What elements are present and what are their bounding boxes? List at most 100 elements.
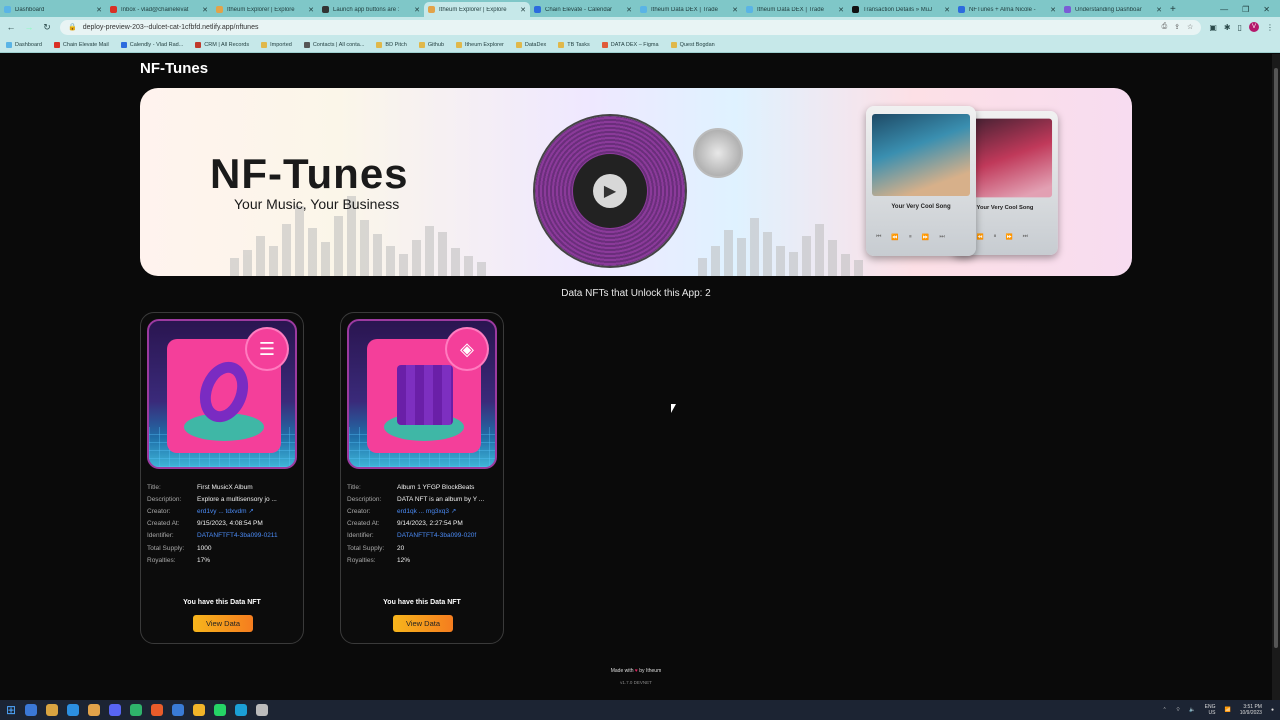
browser-tab[interactable]: Inbox - vlad@chainelevat ✕: [106, 2, 212, 17]
taskbar-app-icon[interactable]: [214, 704, 227, 716]
new-tab-button[interactable]: +: [1170, 2, 1176, 17]
page-content: NF-Tunes NF-Tunes Your Music, Your Busin…: [0, 54, 1272, 700]
tab-close-icon[interactable]: ✕: [1156, 6, 1162, 14]
cast-icon[interactable]: ⎙: [1162, 23, 1168, 31]
browser-tab[interactable]: Understanding Dashboar ✕: [1060, 2, 1166, 17]
extension-icon[interactable]: ▣: [1209, 23, 1217, 32]
bookmark-label: Imported: [270, 41, 292, 48]
profile-avatar[interactable]: V: [1249, 22, 1259, 32]
browser-tab[interactable]: Itheum Explorer | Explore ✕: [424, 2, 530, 17]
browser-tab[interactable]: Itheum Data DEX | Trade ✕: [636, 2, 742, 17]
bookmark-item[interactable]: CRM | All Records: [195, 41, 249, 48]
tab-close-icon[interactable]: ✕: [414, 6, 420, 14]
creator-address[interactable]: erd1vy ... tdxvdm: [197, 508, 247, 515]
taskbar-app-icon[interactable]: [172, 704, 185, 716]
taskbar-app-icon[interactable]: [235, 704, 248, 716]
back-icon[interactable]: ←: [6, 22, 16, 32]
wifi-icon[interactable]: 📶: [1224, 707, 1230, 713]
external-link-icon[interactable]: ↗: [451, 508, 456, 515]
notification-icon[interactable]: ●: [1271, 707, 1274, 713]
browser-tab[interactable]: Dashboard ✕: [0, 2, 106, 17]
footer-by-link[interactable]: by Itheum: [639, 668, 661, 674]
created-at: 9/14/2023, 2:27:54 PM: [397, 520, 463, 528]
browser-tab[interactable]: NFTunes + Alma Nicole - ✕: [954, 2, 1060, 17]
bookmark-item[interactable]: Github: [418, 41, 444, 48]
taskbar-app-icon[interactable]: [25, 704, 38, 716]
network-icon[interactable]: ⌔: [1176, 707, 1181, 713]
tab-title: Chain Elevate - Calendar: [545, 6, 613, 13]
minimize-icon[interactable]: —: [1220, 2, 1228, 17]
player-song-title: Your Very Cool Song: [891, 204, 951, 210]
field-label: Total Supply:: [147, 544, 185, 552]
bookmark-item[interactable]: Quest Bogdan: [670, 41, 715, 48]
menu-kebab-icon[interactable]: ⋮: [1266, 23, 1274, 32]
identifier-link[interactable]: DATANFTFT4-3ba099-0211: [197, 532, 299, 539]
windows-start-icon[interactable]: ⊞: [6, 703, 16, 717]
tab-close-icon[interactable]: ✕: [96, 6, 102, 14]
tab-title: Itheum Explorer | Explore: [439, 6, 507, 13]
share-icon[interactable]: ⇪: [1174, 23, 1180, 31]
page-scrollbar[interactable]: [1272, 54, 1280, 700]
bookmark-item[interactable]: Itheum Explorer: [456, 41, 504, 48]
database-icon: ☰: [247, 329, 287, 369]
bookmark-folder-icon: [6, 41, 12, 48]
close-window-icon[interactable]: ✕: [1263, 2, 1270, 17]
browser-tab[interactable]: Launch app buttons are : ✕: [318, 2, 424, 17]
tab-close-icon[interactable]: ✕: [838, 6, 844, 14]
taskbar-app-icon[interactable]: [193, 704, 206, 716]
tab-close-icon[interactable]: ✕: [308, 6, 314, 14]
taskbar-app-icon[interactable]: [109, 704, 122, 716]
bookmark-item[interactable]: Calendly - Vlad Rad...: [120, 41, 184, 48]
tray-chevron-icon[interactable]: ⌃: [1163, 707, 1167, 713]
nft-image: ◈: [347, 319, 497, 469]
sidepanel-icon[interactable]: ▯: [1238, 23, 1242, 32]
puzzle-icon[interactable]: ✱: [1224, 23, 1231, 32]
creator-link[interactable]: erd1qk ... mg3xq3 ↗: [397, 507, 499, 515]
tab-close-icon[interactable]: ✕: [626, 6, 632, 14]
address-bar[interactable]: 🔒 deploy-preview-203--dulcet-cat-1cfbfd.…: [60, 19, 1202, 35]
tab-close-icon[interactable]: ✕: [202, 6, 208, 14]
taskbar-app-icon[interactable]: [256, 704, 269, 716]
bookmark-item[interactable]: BD Pitch: [376, 41, 407, 48]
browser-tab[interactable]: Itheum Explorer | Explore ✕: [212, 2, 318, 17]
field-label: Description:: [347, 495, 382, 503]
creator-link[interactable]: erd1vy ... tdxvdm ↗: [197, 507, 299, 515]
taskbar-app-icon[interactable]: [130, 704, 143, 716]
bookmark-item[interactable]: Imported: [261, 41, 292, 48]
identifier-link[interactable]: DATANFTFT4-3ba099-020f: [397, 532, 499, 539]
clock[interactable]: 3:51 PM 10/9/2023: [1240, 704, 1262, 716]
field-label: Royalties:: [147, 556, 176, 564]
tab-close-icon[interactable]: ✕: [520, 6, 526, 14]
volume-icon[interactable]: 🔈: [1189, 707, 1195, 713]
scrollbar-thumb[interactable]: [1274, 68, 1278, 648]
creator-address[interactable]: erd1qk ... mg3xq3: [397, 508, 449, 515]
tab-close-icon[interactable]: ✕: [1050, 6, 1056, 14]
bookmark-item[interactable]: DataDex: [515, 41, 546, 48]
view-data-button[interactable]: View Data: [193, 615, 253, 632]
language-indicator[interactable]: ENG US: [1205, 704, 1216, 716]
taskbar-app-icon[interactable]: [67, 704, 80, 716]
url-text[interactable]: deploy-preview-203--dulcet-cat-1cfbfd.ne…: [83, 24, 1162, 31]
browser-tab[interactable]: Transaction Details » MuJ ✕: [848, 2, 954, 17]
bookmark-star-icon[interactable]: ☆: [1187, 23, 1193, 31]
bookmark-label: Dashboard: [15, 41, 42, 48]
bookmark-item[interactable]: Contacts | All conta...: [303, 41, 364, 48]
external-link-icon[interactable]: ↗: [248, 508, 253, 515]
view-data-button[interactable]: View Data: [393, 615, 453, 632]
bookmark-item[interactable]: Chain Elevate Mail: [53, 41, 109, 48]
reload-icon[interactable]: ↻: [42, 22, 52, 33]
forward-icon[interactable]: →: [24, 22, 34, 32]
bookmark-item[interactable]: TB Tasks: [558, 41, 590, 48]
tab-favicon-icon: [322, 6, 329, 13]
tab-close-icon[interactable]: ✕: [732, 6, 738, 14]
taskbar-app-icon[interactable]: [88, 704, 101, 716]
taskbar-app-icon[interactable]: [151, 704, 164, 716]
taskbar-app-icon[interactable]: [46, 704, 59, 716]
bookmark-label: Calendly - Vlad Rad...: [129, 41, 184, 48]
browser-tab[interactable]: Chain Elevate - Calendar ✕: [530, 2, 636, 17]
bookmark-item[interactable]: DATA DEX – Figma: [601, 41, 659, 48]
browser-tab[interactable]: Itheum Data DEX | Trade ✕: [742, 2, 848, 17]
tab-close-icon[interactable]: ✕: [944, 6, 950, 14]
bookmark-item[interactable]: Dashboard: [6, 41, 42, 48]
maximize-icon[interactable]: ❐: [1242, 2, 1249, 17]
